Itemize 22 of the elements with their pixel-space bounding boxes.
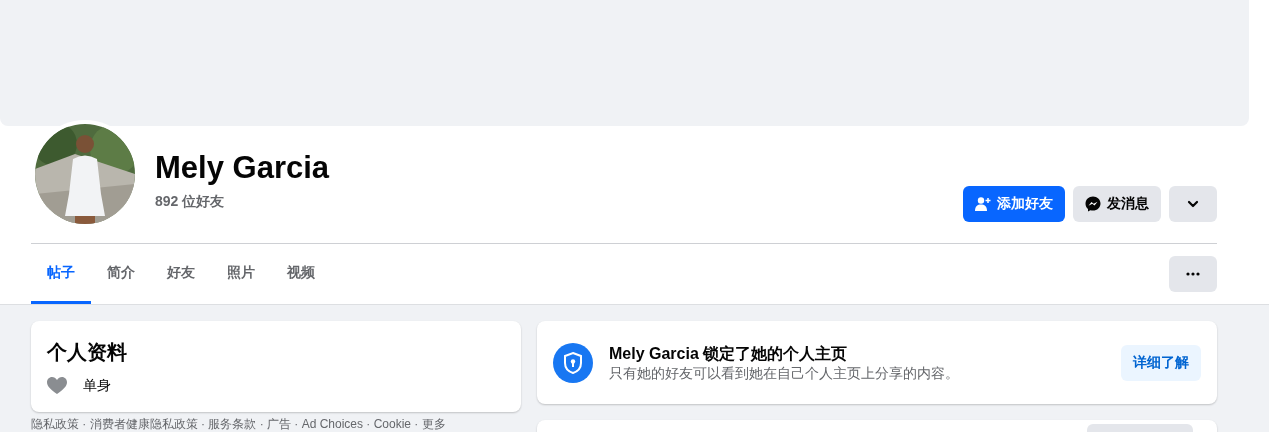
profile-tab[interactable]: 视频 bbox=[271, 244, 331, 304]
message-button[interactable]: 发消息 bbox=[1073, 185, 1161, 222]
friend-count: 892 位好友 bbox=[155, 192, 225, 209]
add-person-icon bbox=[975, 195, 991, 212]
add-friend-button[interactable]: 添加好友 bbox=[963, 185, 1065, 222]
profile-name: Mely Garcia bbox=[155, 151, 330, 183]
profile-tab[interactable]: 简介 bbox=[91, 244, 151, 304]
shield-lock-icon bbox=[553, 342, 593, 383]
messenger-icon bbox=[1085, 195, 1101, 212]
profile-tab[interactable]: 照片 bbox=[211, 244, 271, 304]
heart-icon bbox=[47, 376, 67, 395]
more-button[interactable] bbox=[1169, 256, 1217, 292]
learn-more-button[interactable]: 详细了解 bbox=[1121, 344, 1201, 381]
footer-links: 隐私政策 · 消费者健康隐私政策 · 服务条款 · 广告 · Ad Choices · Cookie · 更多 bbox=[31, 417, 447, 431]
card-title: 个人资料 bbox=[47, 340, 128, 365]
chevron-down-icon bbox=[1187, 199, 1199, 208]
lock-description: 只有她的好友可以看到她在自己个人主页上分享的内容。 bbox=[609, 363, 959, 382]
profile-tab[interactable]: 好友 bbox=[151, 244, 211, 304]
more-icon bbox=[1186, 272, 1200, 276]
dropdown-button[interactable] bbox=[1169, 185, 1217, 222]
lock-title: Mely Garcia 锁定了她的个人主页 bbox=[609, 343, 849, 364]
relationship-status: 单身 bbox=[83, 376, 111, 395]
